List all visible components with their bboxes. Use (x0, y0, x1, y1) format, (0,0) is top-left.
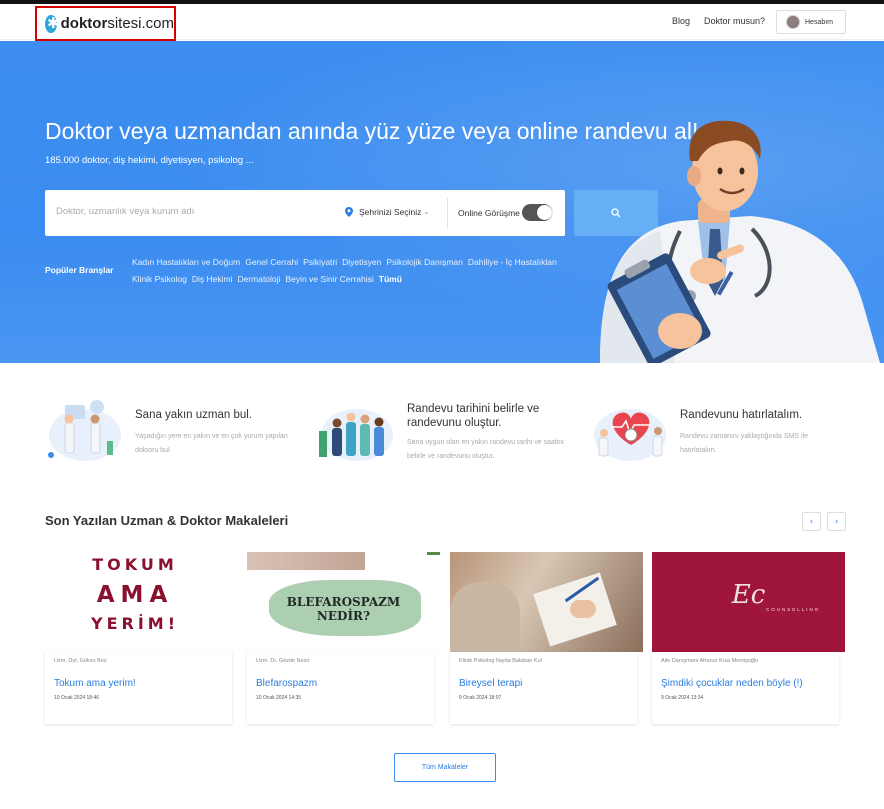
popular-label: Popüler Branşlar (45, 265, 114, 275)
article-title[interactable]: Bireysel terapi (459, 678, 522, 689)
article-author: Aile Danışmanı Afranur Kısa Memişoğlu (661, 658, 759, 664)
article-image (450, 552, 643, 652)
article-image: TOKUM AMA YERİM! (45, 552, 238, 652)
articles-section-title: Son Yazılan Uzman & Doktor Makaleleri (45, 513, 289, 528)
avatar (786, 15, 800, 29)
popular-list: Kadın Hastalıkları ve Doğum Genel Cerrahi… (132, 254, 582, 288)
popular-item[interactable]: Beyin ve Sinir Cerrahisi (285, 274, 373, 284)
feature-title: Sana yakın uzman bul. (135, 409, 252, 421)
feature-title: Randevunu hatırlatalım. (680, 409, 803, 421)
location-pin-icon (345, 207, 353, 217)
articles-next-button[interactable]: › (827, 512, 846, 531)
feature-title: Randevu tarihini belirle ve randevunu ol… (407, 403, 540, 429)
popular-item[interactable]: Dahiliye - İç Hastalıkları (468, 257, 557, 267)
popular-item[interactable]: Diyetisyen (342, 257, 381, 267)
account-button[interactable]: Hesabım (776, 10, 846, 34)
article-body: Klinik Psikolog İlayda Balaban Kul Birey… (450, 652, 637, 724)
article-card[interactable]: BLEFAROSPAZM NEDİR? Uzm. Dr. Gözde Nezir… (247, 552, 440, 724)
popular-item[interactable]: Psikolojik Danışman (386, 257, 463, 267)
image-person (450, 582, 520, 652)
article-date: 9 Ocak 2024 18:07 (459, 695, 502, 701)
nav-blog-link[interactable]: Blog (672, 16, 690, 26)
popular-all-link[interactable]: Tümü (379, 274, 402, 284)
article-title[interactable]: Blefarospazm (256, 678, 317, 689)
article-body: Uzm. Dyt. Göksu Boz Tokum ama yerim! 10 … (45, 652, 232, 724)
logo-text: doktorsitesi.com (60, 15, 174, 32)
popular-item[interactable]: Kadın Hastalıkları ve Doğum (132, 257, 240, 267)
appointment-illustration (319, 409, 393, 461)
nav-doctor-link[interactable]: Doktor musun? (704, 16, 765, 26)
logo-icon (45, 14, 59, 33)
account-label: Hesabım (805, 18, 834, 26)
popular-item[interactable]: Dermatoloji (237, 274, 280, 284)
article-body: Aile Danışmanı Afranur Kısa Memişoğlu Şi… (652, 652, 839, 724)
image-text: BLEFAROSPAZM (286, 595, 401, 609)
hero-subtitle: 185.000 doktor, diş hekimi, diyetisyen, … (45, 155, 254, 166)
image-text: COUNSELLING (766, 607, 821, 612)
article-body: Uzm. Dr. Gözde Nezir Blefarospazm 10 Oca… (247, 652, 434, 724)
feature-set-date: Randevu tarihini belirle ve randevunu ol… (317, 395, 587, 470)
feature-desc: Yaşadığın yere en yakın ve en çok yorum … (135, 433, 288, 454)
online-toggle[interactable] (522, 204, 552, 221)
feature-desc: Sana uygun olan en yakın randevu tarihi … (407, 439, 564, 460)
toggle-knob (537, 205, 552, 220)
article-date: 10 Ocak 2024 18:46 (54, 695, 100, 701)
features-section: Sana yakın uzman bul. Yaşadığın yere en … (0, 395, 884, 470)
city-select-label: Şehrinizi Seçiniz (359, 207, 422, 217)
article-card[interactable]: TOKUM AMA YERİM! Uzm. Dyt. Göksu Boz Tok… (45, 552, 238, 724)
search-box: Şehrinizi Seçiniz ⌄ Online Görüşme (45, 190, 565, 236)
article-image: Ec COUNSELLING (652, 552, 845, 652)
article-date: 10 Ocak 2024 14:35 (256, 695, 302, 701)
article-image: BLEFAROSPAZM NEDİR? (247, 552, 440, 652)
popular-item[interactable]: Diş Hekimi (192, 274, 233, 284)
image-text: NEDİR? (316, 609, 371, 623)
feature-desc: Randevu zamanını yaklaştığında SMS ile h… (680, 433, 809, 454)
popular-item[interactable]: Psikiyatri (303, 257, 337, 267)
search-divider (447, 198, 448, 228)
find-expert-illustration (48, 400, 121, 461)
image-text: AMA (96, 582, 174, 608)
article-card[interactable]: Klinik Psikolog İlayda Balaban Kul Birey… (450, 552, 643, 724)
site-header: doktorsitesi.com Blog Doktor musun? Hesa… (0, 4, 884, 41)
articles-prev-button[interactable]: ‹ (802, 512, 821, 531)
popular-item[interactable]: Klinik Psikolog (132, 274, 187, 284)
doctor-illustration (600, 120, 880, 363)
feature-find-expert: Sana yakın uzman bul. Yaşadığın yere en … (45, 395, 315, 470)
hero-banner: Doktor veya uzmandan anında yüz yüze vey… (0, 41, 884, 363)
image-text: Ec (731, 580, 766, 610)
feature-reminder: Randevunu hatırlatalım. Randevu zamanını… (590, 395, 850, 470)
image-hand (570, 600, 596, 618)
city-select[interactable]: Şehrinizi Seçiniz ⌄ (345, 207, 429, 217)
article-author: Uzm. Dyt. Göksu Boz (54, 658, 107, 664)
site-logo[interactable]: doktorsitesi.com (35, 6, 176, 41)
article-date: 9 Ocak 2024 13:34 (661, 695, 704, 701)
image-text: TOKUM (92, 555, 178, 574)
image-photo-strip (247, 552, 365, 570)
article-title[interactable]: Tokum ama yerim! (54, 678, 136, 689)
article-author: Uzm. Dr. Gözde Nezir (256, 658, 310, 664)
all-articles-button[interactable]: Tüm Makaleler (394, 753, 496, 782)
popular-item[interactable]: Genel Cerrahi (245, 257, 298, 267)
reminder-illustration (594, 409, 666, 461)
search-input[interactable] (56, 206, 326, 217)
article-author: Klinik Psikolog İlayda Balaban Kul (459, 658, 542, 664)
online-label: Online Görüşme (458, 208, 520, 218)
article-card[interactable]: Ec COUNSELLING Aile Danışmanı Afranur Kı… (652, 552, 845, 724)
article-title[interactable]: Şimdiki çocuklar neden böyle (!) (661, 678, 803, 689)
chevron-down-icon: ⌄ (423, 208, 430, 216)
image-text: YERİM! (90, 614, 179, 633)
image-corner (427, 552, 440, 555)
